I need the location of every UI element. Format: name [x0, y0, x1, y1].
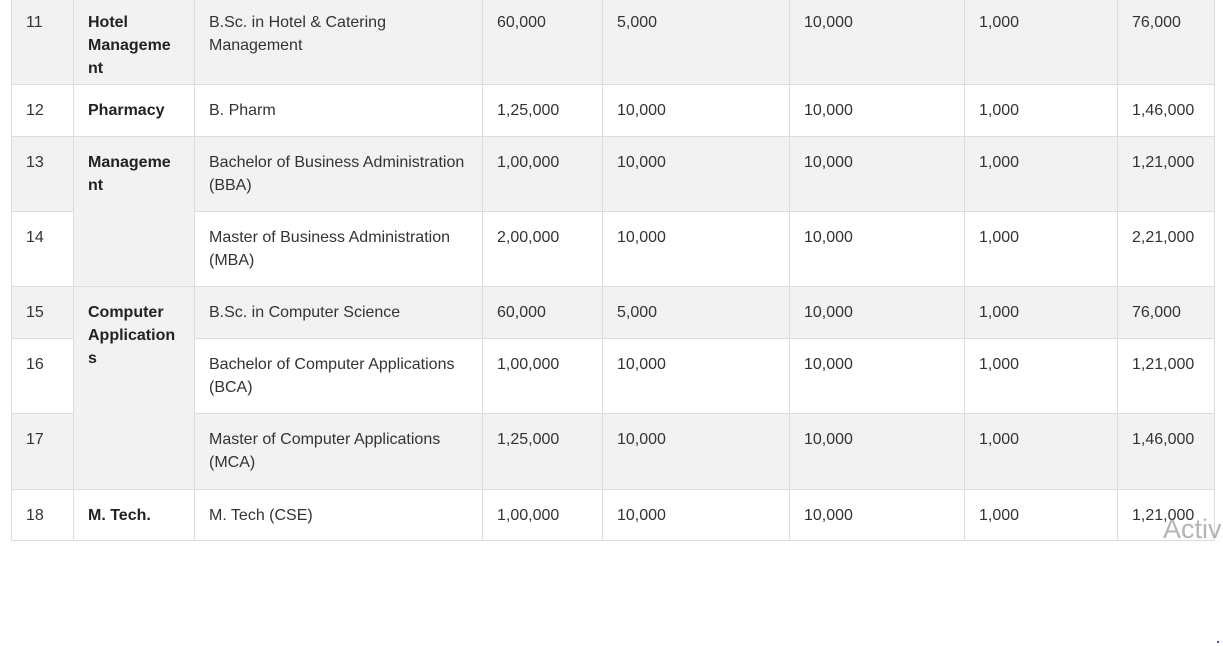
fee-cell: 10,000: [602, 338, 790, 414]
course-name: Master of Business Administration (MBA): [194, 211, 483, 287]
table-row: 12 Pharmacy B. Pharm 1,25,000 10,000 10,…: [11, 84, 1215, 137]
total-fee: 1,21,000: [1117, 338, 1215, 414]
fee-cell: 10,000: [602, 489, 790, 541]
fee-cell: 10,000: [602, 136, 790, 212]
course-name: B. Pharm: [194, 84, 483, 137]
department-name: Pharmacy: [73, 84, 195, 137]
serial-number: 15: [11, 286, 74, 339]
total-fee: 76,000: [1117, 0, 1215, 85]
table-row: 13 Management Bachelor of Business Admin…: [11, 136, 1215, 287]
serial-number: 16: [11, 338, 74, 414]
fee-cell: 10,000: [602, 211, 790, 287]
total-fee: 1,46,000: [1117, 413, 1215, 490]
fee-cell: 10,000: [789, 0, 965, 85]
fee-cell: 1,25,000: [482, 84, 603, 137]
fee-cell: 1,00,000: [482, 489, 603, 541]
fee-cell: 10,000: [789, 84, 965, 137]
total-fee: 1,46,000: [1117, 84, 1215, 137]
fee-cell: 1,000: [964, 211, 1118, 287]
fee-cell: 1,000: [964, 413, 1118, 490]
fee-cell: 10,000: [789, 338, 965, 414]
table-row: 18 M. Tech. M. Tech (CSE) 1,00,000 10,00…: [11, 489, 1215, 541]
serial-number: 14: [11, 211, 74, 287]
fee-cell: 10,000: [789, 489, 965, 541]
fee-cell: 1,00,000: [482, 136, 603, 212]
fee-cell: 10,000: [602, 413, 790, 490]
fee-cell: 5,000: [602, 286, 790, 339]
fee-cell: 2,00,000: [482, 211, 603, 287]
fee-cell: 10,000: [789, 286, 965, 339]
total-fee: 1,21,000: [1117, 489, 1215, 541]
fee-cell: 1,000: [964, 84, 1118, 137]
fee-cell: 1,000: [964, 489, 1118, 541]
serial-number: 11: [11, 0, 74, 85]
department-name: Computer Applications: [73, 286, 195, 490]
fee-cell: 1,25,000: [482, 413, 603, 490]
fee-cell: 5,000: [602, 0, 790, 85]
course-name: Master of Computer Applications (MCA): [194, 413, 483, 490]
course-name: B.Sc. in Computer Science: [194, 286, 483, 339]
fee-cell: 1,000: [964, 338, 1118, 414]
department-name: Management: [73, 136, 195, 287]
fee-cell: 1,00,000: [482, 338, 603, 414]
corner-dot: [1217, 641, 1219, 643]
total-fee: 1,21,000: [1117, 136, 1215, 212]
table-row: 15 Computer Applications B.Sc. in Comput…: [11, 286, 1215, 490]
serial-number: 18: [11, 489, 74, 541]
total-fee: 2,21,000: [1117, 211, 1215, 287]
fee-cell: 1,000: [964, 0, 1118, 85]
total-fee: 76,000: [1117, 286, 1215, 339]
course-name: Bachelor of Business Administration (BBA…: [194, 136, 483, 212]
course-name: B.Sc. in Hotel & Catering Management: [194, 0, 483, 85]
fee-cell: 10,000: [789, 136, 965, 212]
fee-table: 11 Hotel Management B.Sc. in Hotel & Cat…: [11, 0, 1215, 541]
fee-cell: 10,000: [789, 413, 965, 490]
fee-cell: 1,000: [964, 286, 1118, 339]
fee-cell: 60,000: [482, 286, 603, 339]
fee-cell: 1,000: [964, 136, 1118, 212]
department-name: M. Tech.: [73, 489, 195, 541]
course-name: M. Tech (CSE): [194, 489, 483, 541]
fee-cell: 60,000: [482, 0, 603, 85]
serial-number: 13: [11, 136, 74, 212]
course-name: Bachelor of Computer Applications (BCA): [194, 338, 483, 414]
serial-number: 12: [11, 84, 74, 137]
serial-number: 17: [11, 413, 74, 490]
page: 11 Hotel Management B.Sc. in Hotel & Cat…: [0, 0, 1223, 646]
table-row: 11 Hotel Management B.Sc. in Hotel & Cat…: [11, 0, 1215, 85]
fee-cell: 10,000: [789, 211, 965, 287]
fee-cell: 10,000: [602, 84, 790, 137]
department-name: Hotel Management: [73, 0, 195, 85]
